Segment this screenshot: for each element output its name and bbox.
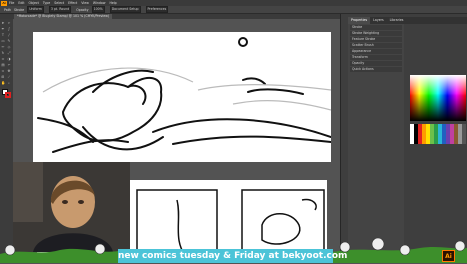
scale-tool-icon[interactable]: ⤢ bbox=[7, 51, 11, 55]
hand-tool-icon[interactable]: ✋ bbox=[1, 81, 5, 85]
opacity-label: Opacity bbox=[76, 7, 89, 12]
width-tool-icon[interactable]: ≈ bbox=[1, 57, 5, 61]
menu-window[interactable]: Window bbox=[93, 1, 106, 5]
appearance-row[interactable]: Appearance bbox=[350, 49, 402, 54]
color-picker[interactable] bbox=[410, 75, 466, 121]
zoom-tool-icon[interactable]: ⌕ bbox=[7, 81, 11, 85]
tab-libraries[interactable]: Libraries bbox=[387, 17, 407, 24]
artboard-top[interactable] bbox=[33, 32, 332, 162]
selection-tool-icon[interactable]: ➤ bbox=[1, 21, 5, 25]
swatches-grid[interactable] bbox=[410, 124, 466, 164]
scatter-brush-row[interactable]: Scatter Brush bbox=[350, 43, 402, 48]
line-tool-icon[interactable]: / bbox=[7, 33, 11, 37]
rectangle-tool-icon[interactable]: ▭ bbox=[1, 39, 5, 43]
paintbrush-tool-icon[interactable]: ✎ bbox=[7, 39, 11, 43]
feature-stroke-row[interactable]: Feature Stroke bbox=[350, 37, 402, 42]
stroke-weighting-row[interactable]: Stroke Weighting bbox=[350, 31, 402, 36]
menu-type[interactable]: Type bbox=[43, 1, 50, 5]
promo-banner: new comics tuesday & Friday at bekyoot.c… bbox=[118, 249, 348, 263]
tools-panel: ➤ ➢ ✒ ∫ T / ▭ ✎ ✏ ◇ ↻ ⤢ ≈ ◑ ▤ ⌐ ∞ ❋ ⊞ ⟋ … bbox=[0, 19, 13, 259]
symbol-sprayer-tool-icon[interactable]: ❋ bbox=[7, 69, 11, 73]
menu-edit[interactable]: Edit bbox=[18, 1, 24, 5]
eyedropper-tool-icon[interactable]: ⌐ bbox=[7, 63, 11, 67]
pen-tool-icon[interactable]: ✒ bbox=[1, 27, 5, 31]
document-setup-button[interactable]: Document Setup bbox=[109, 6, 141, 13]
profile-select[interactable]: Uniform bbox=[27, 6, 44, 13]
control-bar: Path Stroke Uniform 3 pt. Round Opacity … bbox=[0, 6, 467, 14]
pencil-tool-icon[interactable]: ✏ bbox=[1, 45, 5, 49]
brush-select[interactable]: 3 pt. Round bbox=[48, 6, 72, 13]
properties-panel: Stroke Stroke Weighting Feature Stroke S… bbox=[348, 24, 404, 259]
eraser-tool-icon[interactable]: ◇ bbox=[7, 45, 11, 49]
direct-selection-tool-icon[interactable]: ➢ bbox=[7, 21, 11, 25]
slice-tool-icon[interactable]: ⟋ bbox=[7, 75, 11, 79]
tab-layers[interactable]: Layers bbox=[370, 17, 387, 24]
panel-tabs: Properties Layers Libraries bbox=[348, 17, 467, 24]
sketch-drawing bbox=[37, 37, 332, 153]
shape-builder-tool-icon[interactable]: ◑ bbox=[7, 57, 11, 61]
opacity-field[interactable]: 100% bbox=[91, 6, 105, 13]
illustrator-logo: Ai bbox=[442, 250, 455, 262]
transform-row[interactable]: Transform bbox=[350, 55, 402, 60]
menu-view[interactable]: View bbox=[81, 1, 89, 5]
gradient-tool-icon[interactable]: ▤ bbox=[1, 63, 5, 67]
tab-properties[interactable]: Properties bbox=[348, 17, 371, 24]
stroke-label: Stroke bbox=[14, 7, 25, 12]
app-logo: Ai bbox=[1, 0, 7, 6]
menu-select[interactable]: Select bbox=[54, 1, 64, 5]
color-swatch[interactable] bbox=[462, 140, 466, 144]
stroke-row[interactable]: Stroke bbox=[350, 25, 402, 30]
menu-file[interactable]: File bbox=[9, 1, 14, 5]
menu-object[interactable]: Object bbox=[29, 1, 39, 5]
stroke-swatch[interactable] bbox=[5, 92, 11, 98]
rotate-tool-icon[interactable]: ↻ bbox=[1, 51, 5, 55]
path-label: Path bbox=[4, 7, 12, 12]
curvature-tool-icon[interactable]: ∫ bbox=[7, 27, 11, 31]
type-tool-icon[interactable]: T bbox=[1, 33, 5, 37]
artboard-tool-icon[interactable]: ⊞ bbox=[1, 75, 5, 79]
menu-help[interactable]: Help bbox=[109, 1, 116, 5]
preferences-button[interactable]: Preferences bbox=[145, 6, 169, 13]
menu-effect[interactable]: Effect bbox=[68, 1, 77, 5]
opacity-row[interactable]: Opacity bbox=[350, 61, 402, 66]
blend-tool-icon[interactable]: ∞ bbox=[1, 69, 5, 73]
quick-actions-row[interactable]: Quick Actions bbox=[350, 67, 402, 72]
